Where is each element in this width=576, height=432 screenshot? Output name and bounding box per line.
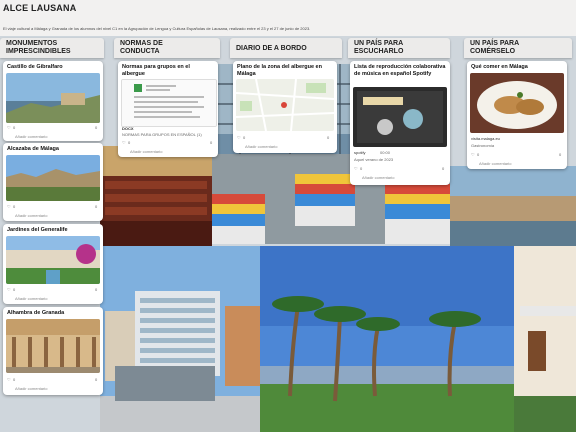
food-source[interactable]: visita.malaga.eu [471, 136, 500, 141]
doc-filename[interactable]: NORMAS PARA GRUPOS EN ESPAÑOL (1) [122, 132, 202, 137]
card-plano-albergue[interactable]: Plano de la zona del albergue en Málaga … [233, 61, 337, 153]
column-label: UN PAÍS PARA ESCUCHARLO [354, 40, 404, 55]
column-label: DIARIO DE A BORDO [236, 45, 307, 52]
card-image-alhambra [6, 319, 100, 373]
column-header-normas[interactable]: NORMAS DE CONDUCTA [114, 38, 220, 58]
column-header-diario[interactable]: DIARIO DE A BORDO [230, 38, 342, 58]
card-title: Alcazaba de Málaga [7, 146, 59, 152]
card-image-food [470, 73, 564, 133]
card-image-map [236, 79, 334, 131]
card-title: Normas para grupos en el albergue [122, 64, 190, 77]
card-que-comer[interactable]: Qué comer en Málaga visita.malaga.eu Gas… [467, 61, 567, 169]
card-title: Plano de la zona del albergue en Málaga [237, 64, 322, 77]
card-subtitle: Aquel verano de 2023 [354, 157, 394, 162]
like-count[interactable]: 0 [128, 140, 130, 145]
card-normas-grupos[interactable]: Normas para grupos en el albergue DOCX N… [118, 61, 218, 157]
add-comment-link[interactable]: Añadir comentario [245, 144, 277, 149]
column-label: NORMAS DE CONDUCTA [120, 40, 163, 55]
add-comment-link[interactable]: Añadir comentario [15, 213, 47, 218]
column-header-comerselo[interactable]: UN PAÍS PARA COMÉRSELO [464, 38, 572, 58]
card-alcazaba-malaga[interactable]: Alcazaba de Málaga ♡ 0 0 Añadir comentar… [3, 143, 103, 221]
card-alhambra-granada[interactable]: Alhambra de Granada ♡ 0 0 Añadir comenta… [3, 307, 103, 395]
column-header-monumentos[interactable]: MONUMENTOS IMPRESCINDIBLES [0, 38, 104, 58]
add-comment-link[interactable]: Añadir comentario [130, 149, 162, 154]
like-count[interactable]: 0 [477, 152, 479, 157]
column-label: UN PAÍS PARA COMÉRSELO [470, 40, 519, 55]
comment-count[interactable]: 0 [95, 287, 97, 292]
comment-count[interactable]: 0 [210, 140, 212, 145]
comment-count[interactable]: 0 [559, 152, 561, 157]
add-comment-link[interactable]: Añadir comentario [479, 161, 511, 166]
add-comment-link[interactable]: Añadir comentario [15, 134, 47, 139]
card-title: Castillo de Gibralfaro [7, 64, 63, 70]
heart-icon[interactable]: ♡ [7, 377, 11, 382]
comment-count[interactable]: 0 [327, 135, 329, 140]
heart-icon[interactable]: ♡ [354, 166, 358, 171]
comment-count[interactable]: 0 [442, 166, 444, 171]
card-title: Qué comer en Málaga [471, 64, 528, 70]
page-title: ALCE LAUSANA [3, 3, 77, 13]
like-count[interactable]: 0 [243, 135, 245, 140]
bg-photo-theatre [100, 146, 212, 246]
card-subtitle: Gastronomía [471, 143, 495, 148]
card-title: Jardines del Generalife [7, 227, 68, 233]
card-image-generalife [6, 236, 100, 284]
add-comment-link[interactable]: Añadir comentario [15, 296, 47, 301]
heart-icon[interactable]: ♡ [7, 125, 11, 130]
like-count[interactable]: 0 [13, 377, 15, 382]
card-title: Lista de reproducción colaborativa de mú… [354, 64, 446, 77]
bg-photo-palms [260, 246, 514, 432]
card-castillo-gibralfaro[interactable]: Castillo de Gibralfaro 0 ♡ 0 Añadir come… [3, 61, 103, 141]
card-jardines-generalife[interactable]: Jardines del Generalife ♡ 0 0 Añadir com… [3, 224, 103, 304]
column-header-escucharlo[interactable]: UN PAÍS PARA ESCUCHARLO [348, 38, 450, 58]
track-duration: 00:00 [380, 150, 391, 155]
add-comment-link[interactable]: Añadir comentario [15, 386, 47, 391]
bg-photo-buildings [100, 246, 260, 432]
add-comment-link[interactable]: Añadir comentario [362, 175, 394, 180]
like-count[interactable]: 0 [13, 125, 15, 130]
heart-icon[interactable]: ♡ [237, 135, 241, 140]
spotify-source[interactable]: spotify [354, 150, 366, 155]
bg-photo-coast [450, 166, 576, 246]
card-image-gibralfaro [6, 73, 100, 123]
like-count[interactable]: 0 [360, 166, 362, 171]
page-header: ALCE LAUSANA El viaje cultural a Málaga … [0, 0, 576, 36]
page-subtitle: El viaje cultural a Málaga y Granada de … [3, 26, 311, 31]
comment-count[interactable]: 0 [95, 377, 97, 382]
doc-type-label: DOCX [122, 126, 134, 131]
heart-icon[interactable]: ♡ [7, 204, 11, 209]
card-title: Alhambra de Granada [7, 310, 65, 316]
comment-count[interactable]: 0 [95, 204, 97, 209]
like-count[interactable]: 0 [13, 287, 15, 292]
column-label: MONUMENTOS IMPRESCINDIBLES [6, 40, 71, 55]
heart-icon[interactable]: ♡ [7, 287, 11, 292]
bg-photo-house [514, 246, 576, 432]
heart-icon[interactable]: ♡ [122, 140, 126, 145]
card-image-spotify [353, 87, 447, 147]
comment-count[interactable]: 0 [95, 125, 97, 130]
card-document-preview [121, 79, 217, 127]
like-count[interactable]: 0 [13, 204, 15, 209]
card-lista-spotify[interactable]: Lista de reproducción colaborativa de mú… [350, 61, 450, 185]
heart-icon[interactable]: ♡ [471, 152, 475, 157]
card-image-alcazaba [6, 155, 100, 201]
